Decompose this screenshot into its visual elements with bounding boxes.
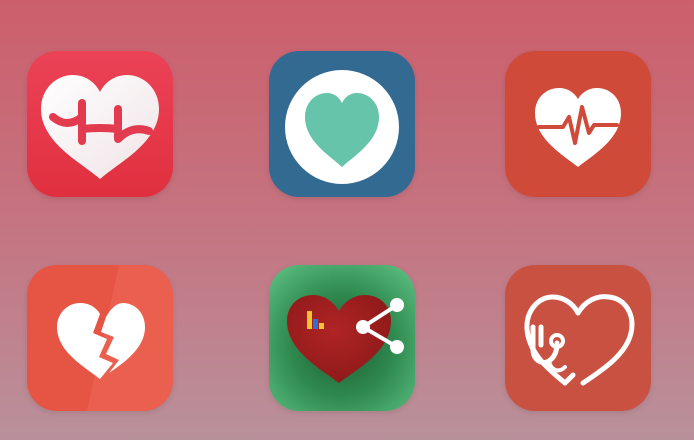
heartbeat-pulse-icon: [505, 51, 651, 197]
heart-share-chart-icon: [269, 265, 415, 411]
stethoscope-heart-icon: [505, 265, 651, 411]
app-icon-broken-heart[interactable]: [27, 265, 173, 411]
app-icon-heartbeat[interactable]: [505, 51, 651, 197]
app-icon-heart-share[interactable]: [269, 265, 415, 411]
app-icon-heart-rate[interactable]: [27, 51, 173, 197]
heart-rate-logo-icon: [27, 51, 173, 197]
teal-heart-circle-icon: [269, 51, 415, 197]
broken-heart-icon: [27, 265, 173, 411]
app-icon-teal-heart[interactable]: [269, 51, 415, 197]
app-icon-stethoscope-heart[interactable]: [505, 265, 651, 411]
